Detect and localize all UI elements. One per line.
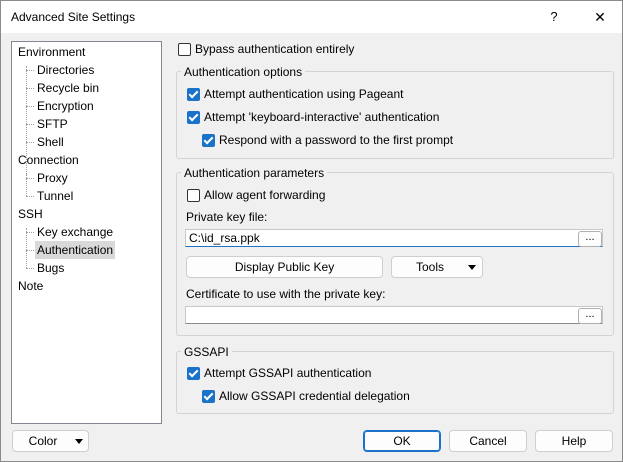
tools-dropdown-button[interactable]: Tools — [391, 256, 483, 278]
gssapi-attempt-checkbox[interactable]: Attempt GSSAPI authentication — [187, 364, 407, 382]
tree-item-proxy[interactable]: Proxy — [35, 169, 70, 187]
tree-item-key-exchange[interactable]: Key exchange — [35, 223, 115, 241]
tree-line — [26, 142, 34, 143]
checkbox-box[interactable] — [178, 43, 191, 56]
color-dropdown-button[interactable]: Color — [12, 430, 89, 452]
checkbox-box[interactable] — [187, 367, 200, 380]
tree-item-connection[interactable]: Connection — [16, 151, 81, 169]
tree-item-note[interactable]: Note — [16, 277, 45, 295]
certificate-label: Certificate to use with the private key: — [186, 287, 386, 301]
tree-item-shell[interactable]: Shell — [35, 133, 66, 151]
gssapi-title: GSSAPI — [181, 344, 232, 360]
gssapi-delegation-checkbox[interactable]: Allow GSSAPI credential delegation — [202, 387, 442, 405]
bypass-authentication-checkbox[interactable]: Bypass authentication entirely — [178, 40, 378, 58]
color-label: Color — [28, 434, 58, 448]
tree-line — [26, 196, 34, 197]
tree-line — [26, 232, 34, 233]
tree-line — [26, 228, 27, 268]
chevron-down-icon — [468, 265, 476, 270]
checkbox-label: Attempt 'keyboard-interactive' authentic… — [204, 110, 440, 124]
tree-line — [26, 178, 34, 179]
settings-tree[interactable]: Environment Directories Recycle bin Encr… — [11, 41, 162, 424]
checkbox-label: Allow agent forwarding — [204, 188, 326, 202]
authentication-options-title: Authentication options — [181, 64, 306, 80]
help-icon[interactable]: ? — [537, 1, 571, 33]
tree-line — [26, 106, 34, 107]
checkbox-box[interactable] — [202, 134, 215, 147]
checkbox-label: Allow GSSAPI credential delegation — [219, 389, 410, 403]
checkbox-box[interactable] — [187, 88, 200, 101]
checkbox-label: Attempt GSSAPI authentication — [204, 366, 372, 380]
window-title: Advanced Site Settings — [11, 10, 136, 24]
chevron-down-icon — [75, 439, 83, 444]
tree-line — [26, 124, 34, 125]
ok-button[interactable]: OK — [363, 430, 441, 452]
close-icon[interactable]: ✕ — [579, 1, 621, 33]
tree-line — [26, 70, 34, 71]
tree-line — [26, 88, 34, 89]
checkbox-box[interactable] — [187, 189, 200, 202]
pageant-checkbox[interactable]: Attempt authentication using Pageant — [187, 85, 447, 103]
cancel-button[interactable]: Cancel — [449, 430, 527, 452]
private-key-input[interactable]: C:\id_rsa.ppk — [185, 229, 603, 247]
agent-forwarding-checkbox[interactable]: Allow agent forwarding — [187, 186, 387, 204]
tools-label: Tools — [415, 260, 444, 274]
tree-item-directories[interactable]: Directories — [35, 61, 96, 79]
tree-line — [26, 250, 34, 251]
certificate-input[interactable] — [185, 306, 603, 324]
authentication-parameters-title: Authentication parameters — [181, 165, 328, 181]
checkbox-box[interactable] — [202, 390, 215, 403]
display-public-key-button[interactable]: Display Public Key — [186, 256, 383, 278]
tree-line — [26, 268, 34, 269]
tree-item-recycle-bin[interactable]: Recycle bin — [35, 79, 101, 97]
tree-item-environment[interactable]: Environment — [16, 43, 87, 61]
advanced-site-settings-dialog: Advanced Site Settings ? ✕ Environment D… — [0, 0, 623, 462]
tree-item-authentication[interactable]: Authentication — [35, 241, 116, 259]
title-bar: Advanced Site Settings ? ✕ — [1, 1, 622, 33]
tree-item-ssh[interactable]: SSH — [16, 205, 45, 223]
respond-password-checkbox[interactable]: Respond with a password to the first pro… — [202, 131, 482, 149]
tree-item-tunnel[interactable]: Tunnel — [35, 187, 75, 205]
keyboard-interactive-checkbox[interactable]: Attempt 'keyboard-interactive' authentic… — [187, 108, 477, 126]
checkbox-label: Attempt authentication using Pageant — [204, 87, 404, 101]
private-key-label: Private key file: — [186, 210, 268, 224]
tree-item-sftp[interactable]: SFTP — [35, 115, 70, 133]
tree-item-bugs[interactable]: Bugs — [35, 259, 66, 277]
private-key-browse-button[interactable]: ... — [578, 231, 602, 247]
checkbox-label: Bypass authentication entirely — [195, 42, 355, 56]
help-button[interactable]: Help — [535, 430, 613, 452]
certificate-browse-button[interactable]: ... — [578, 308, 602, 324]
checkbox-box[interactable] — [187, 111, 200, 124]
checkbox-label: Respond with a password to the first pro… — [219, 133, 454, 147]
tree-item-encryption[interactable]: Encryption — [35, 97, 96, 115]
